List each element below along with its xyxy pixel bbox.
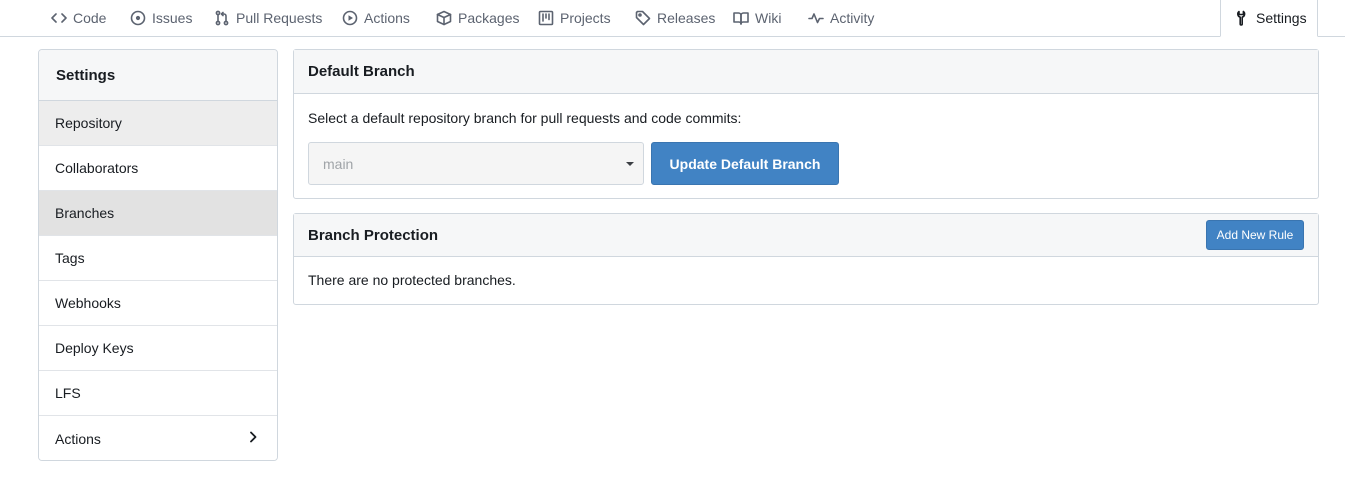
sidebar-item-label: Collaborators	[55, 160, 139, 176]
sidebar-item-label: LFS	[55, 385, 81, 401]
sidebar-item-tags[interactable]: Tags	[39, 236, 277, 281]
default-branch-title: Default Branch	[294, 50, 1318, 94]
sidebar-item-repository[interactable]: Repository	[39, 101, 277, 146]
nav-tab-label: Activity	[830, 10, 875, 26]
nav-tab-label: Packages	[458, 10, 520, 26]
nav-tab-label: Pull Requests	[236, 10, 323, 26]
sidebar-item-label: Tags	[55, 250, 85, 266]
sidebar-item-label: Branches	[55, 205, 115, 221]
nav-tab-label: Actions	[364, 10, 410, 26]
branch-protection-panel: Branch Protection Add New Rule There are…	[293, 213, 1319, 305]
add-new-rule-button[interactable]: Add New Rule	[1206, 220, 1304, 250]
nav-tab-projects[interactable]: Projects	[538, 0, 611, 36]
nav-tab-releases[interactable]: Releases	[635, 0, 715, 36]
play-icon	[342, 10, 358, 26]
nav-tab-code[interactable]: Code	[51, 0, 106, 36]
no-protected-branches-message: There are no protected branches.	[308, 272, 516, 288]
repo-nav: Code Issues Pull Requests Actions Packag…	[0, 0, 1345, 37]
branch-protection-header: Branch Protection Add New Rule	[294, 214, 1318, 257]
nav-tab-label: Projects	[560, 10, 611, 26]
pulse-icon	[808, 10, 824, 26]
sidebar-item-label: Repository	[55, 115, 122, 131]
code-icon	[51, 10, 67, 26]
nav-tab-pull-requests[interactable]: Pull Requests	[214, 0, 322, 36]
nav-tab-settings[interactable]: Settings	[1220, 0, 1318, 37]
default-branch-select[interactable]: main	[308, 142, 644, 185]
nav-tab-issues[interactable]: Issues	[130, 0, 192, 36]
book-icon	[733, 10, 749, 26]
package-icon	[436, 10, 452, 26]
nav-tab-packages[interactable]: Packages	[436, 0, 519, 36]
sidebar-item-webhooks[interactable]: Webhooks	[39, 281, 277, 326]
sidebar-item-lfs[interactable]: LFS	[39, 371, 277, 416]
nav-tab-label: Settings	[1256, 10, 1307, 26]
nav-tab-label: Issues	[152, 10, 193, 26]
default-branch-body: Select a default repository branch for p…	[294, 94, 1318, 198]
nav-tab-label: Code	[73, 10, 107, 26]
dropdown-caret-icon	[626, 162, 634, 166]
branch-protection-body: There are no protected branches.	[294, 257, 1318, 304]
sidebar-item-label: Actions	[55, 430, 101, 447]
nav-tab-wiki[interactable]: Wiki	[733, 0, 781, 36]
default-branch-description: Select a default repository branch for p…	[308, 110, 742, 126]
default-branch-panel: Default Branch Select a default reposito…	[293, 49, 1319, 199]
sidebar-item-deploy-keys[interactable]: Deploy Keys	[39, 326, 277, 371]
sidebar-item-label: Webhooks	[55, 295, 121, 311]
tag-icon	[635, 10, 651, 26]
pull-request-icon	[214, 10, 230, 26]
settings-sidebar: Settings Repository Collaborators Branch…	[38, 49, 278, 461]
default-branch-value: main	[323, 155, 354, 172]
nav-tab-actions[interactable]: Actions	[342, 0, 410, 36]
sidebar-item-collaborators[interactable]: Collaborators	[39, 146, 277, 191]
sidebar-item-label: Deploy Keys	[55, 340, 134, 356]
sidebar-title: Settings	[39, 50, 277, 101]
branch-protection-title: Branch Protection	[308, 226, 439, 244]
nav-tab-label: Releases	[657, 10, 716, 26]
sidebar-item-branches[interactable]: Branches	[39, 191, 277, 236]
sidebar-item-actions[interactable]: Actions	[39, 416, 277, 460]
nav-tab-label: Wiki	[755, 10, 782, 26]
update-default-branch-button[interactable]: Update Default Branch	[651, 142, 839, 185]
chevron-right-icon	[247, 430, 259, 444]
nav-tab-activity[interactable]: Activity	[808, 0, 874, 36]
project-icon	[538, 10, 554, 26]
issue-icon	[130, 10, 146, 26]
tools-icon	[1234, 10, 1250, 26]
